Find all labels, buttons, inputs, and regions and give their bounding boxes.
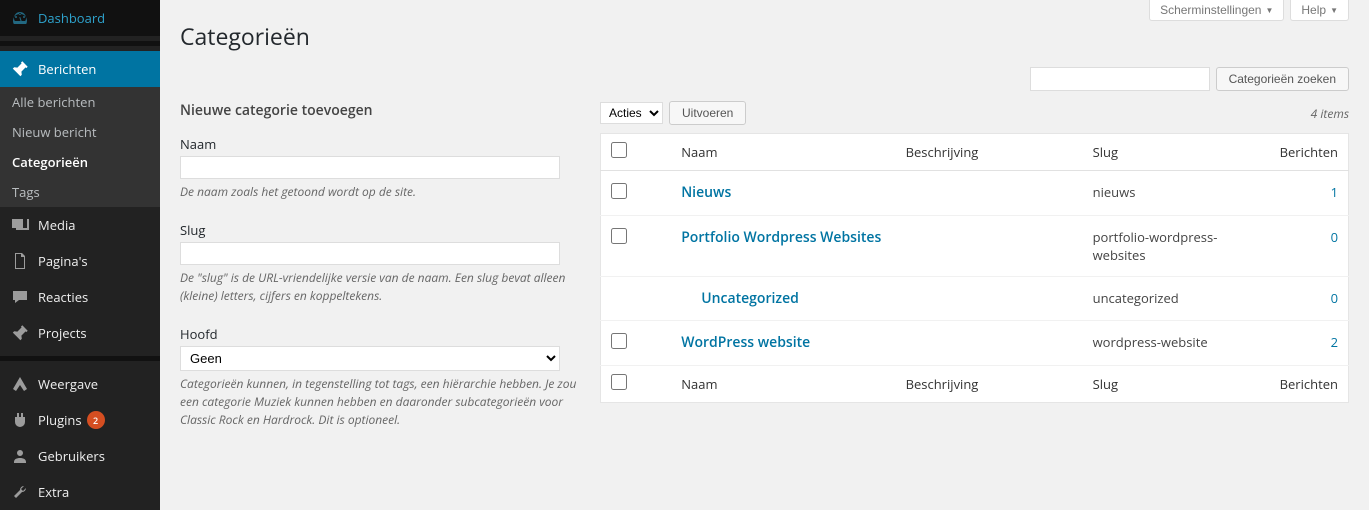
search-button[interactable]: Categorieën zoeken bbox=[1216, 67, 1349, 91]
name-label: Naam bbox=[180, 135, 580, 153]
col-footer-name[interactable]: Naam bbox=[671, 366, 895, 403]
categories-table: Naam Beschrijving Slug Berichten Nieuws n… bbox=[600, 133, 1349, 403]
category-name-link[interactable]: Portfolio Wordpress Websites bbox=[681, 228, 881, 247]
row-checkbox[interactable] bbox=[611, 183, 627, 199]
category-slug: uncategorized bbox=[1083, 277, 1270, 321]
category-name-link[interactable]: WordPress website bbox=[681, 333, 810, 352]
category-slug: portfolio-wordpress-websites bbox=[1083, 216, 1270, 277]
sidebar-item-paginas[interactable]: Pagina's bbox=[0, 243, 160, 279]
category-slug: nieuws bbox=[1083, 171, 1270, 216]
sidebar-label: Extra bbox=[38, 483, 69, 501]
sidebar-label: Media bbox=[38, 216, 75, 234]
sidebar-label: Dashboard bbox=[38, 9, 105, 27]
col-footer-slug[interactable]: Slug bbox=[1083, 366, 1270, 403]
help-button[interactable]: Help ▼ bbox=[1290, 0, 1349, 21]
category-posts-link[interactable]: 0 bbox=[1331, 289, 1338, 307]
items-count: 4 items bbox=[1311, 105, 1349, 122]
bulk-actions-select[interactable]: Acties bbox=[600, 102, 663, 124]
slug-label: Slug bbox=[180, 221, 580, 239]
table-row: Nieuws nieuws 1 bbox=[601, 171, 1349, 216]
category-posts-link[interactable]: 2 bbox=[1331, 333, 1338, 351]
screen-options-button[interactable]: Scherminstellingen ▼ bbox=[1149, 0, 1284, 21]
sidebar-label: Weergave bbox=[38, 375, 98, 393]
appearance-icon bbox=[10, 374, 30, 394]
col-header-name[interactable]: Naam bbox=[671, 134, 895, 171]
slug-description: De "slug" is de URL-vriendelijke versie … bbox=[180, 269, 580, 305]
users-icon bbox=[10, 446, 30, 466]
sidebar-sub-tags[interactable]: Tags bbox=[0, 177, 160, 207]
sidebar-label: Berichten bbox=[38, 60, 96, 78]
sidebar-label: Reacties bbox=[38, 288, 88, 306]
parent-select[interactable]: Geen bbox=[180, 346, 560, 371]
sidebar-item-dashboard[interactable]: Dashboard bbox=[0, 0, 160, 36]
category-name-link[interactable]: Nieuws bbox=[681, 183, 731, 202]
category-slug: wordpress-website bbox=[1083, 321, 1270, 366]
sidebar-sub-categorieen[interactable]: Categorieën bbox=[0, 147, 160, 177]
select-all-checkbox-footer[interactable] bbox=[611, 374, 627, 390]
category-posts-link[interactable]: 0 bbox=[1331, 228, 1338, 246]
sidebar-item-gebruikers[interactable]: Gebruikers bbox=[0, 438, 160, 474]
sidebar-sub-alle-berichten[interactable]: Alle berichten bbox=[0, 87, 160, 117]
chevron-down-icon: ▼ bbox=[1265, 6, 1273, 15]
name-input[interactable] bbox=[180, 156, 560, 179]
sidebar-separator bbox=[0, 41, 160, 46]
search-row: Categorieën zoeken bbox=[180, 67, 1349, 91]
tablenav-top: Acties Uitvoeren 4 items bbox=[600, 101, 1349, 125]
sidebar-label: Gebruikers bbox=[38, 447, 105, 465]
col-header-slug[interactable]: Slug bbox=[1083, 134, 1270, 171]
sidebar-label: Plugins bbox=[38, 411, 82, 429]
bulk-apply-button[interactable]: Uitvoeren bbox=[669, 101, 746, 125]
sidebar-label: Pagina's bbox=[38, 252, 88, 270]
plugin-update-badge: 2 bbox=[87, 411, 105, 429]
pin-icon bbox=[10, 323, 30, 343]
category-description bbox=[896, 216, 1083, 277]
sidebar-submenu: Alle berichten Nieuw bericht Categorieën… bbox=[0, 87, 160, 207]
comment-icon bbox=[10, 287, 30, 307]
page-icon bbox=[10, 251, 30, 271]
sidebar-item-media[interactable]: Media bbox=[0, 207, 160, 243]
sidebar-item-weergave[interactable]: Weergave bbox=[0, 366, 160, 402]
add-category-form: Nieuwe categorie toevoegen Naam De naam … bbox=[180, 101, 580, 429]
table-row: Uncategorized uncategorized 0 bbox=[601, 277, 1349, 321]
sidebar-item-berichten[interactable]: Berichten bbox=[0, 51, 160, 87]
name-description: De naam zoals het getoond wordt op de si… bbox=[180, 183, 580, 201]
category-description bbox=[896, 277, 1083, 321]
category-posts-link[interactable]: 1 bbox=[1331, 183, 1338, 201]
table-row: WordPress website wordpress-website 2 bbox=[601, 321, 1349, 366]
parent-label: Hoofd bbox=[180, 325, 580, 343]
sidebar-item-extra[interactable]: Extra bbox=[0, 474, 160, 510]
col-footer-desc[interactable]: Beschrijving bbox=[896, 366, 1083, 403]
page-title: Categorieën bbox=[180, 20, 1349, 52]
sidebar-separator bbox=[0, 356, 160, 361]
sidebar-sub-nieuw-bericht[interactable]: Nieuw bericht bbox=[0, 117, 160, 147]
admin-sidebar: Dashboard Berichten Alle berichten Nieuw… bbox=[0, 0, 160, 510]
main-content: Scherminstellingen ▼ Help ▼ Categorieën … bbox=[160, 0, 1369, 510]
category-description bbox=[896, 321, 1083, 366]
chevron-down-icon: ▼ bbox=[1330, 6, 1338, 15]
sidebar-item-projects[interactable]: Projects bbox=[0, 315, 160, 351]
slug-input[interactable] bbox=[180, 242, 560, 265]
row-checkbox[interactable] bbox=[611, 333, 627, 349]
select-all-checkbox[interactable] bbox=[611, 142, 627, 158]
sidebar-label: Projects bbox=[38, 324, 87, 342]
col-header-desc[interactable]: Beschrijving bbox=[896, 134, 1083, 171]
form-heading: Nieuwe categorie toevoegen bbox=[180, 101, 580, 120]
category-name-link[interactable]: Uncategorized bbox=[701, 289, 799, 308]
row-checkbox[interactable] bbox=[611, 228, 627, 244]
plugin-icon bbox=[10, 410, 30, 430]
col-header-posts[interactable]: Berichten bbox=[1270, 134, 1349, 171]
pin-icon bbox=[10, 59, 30, 79]
screen-meta: Scherminstellingen ▼ Help ▼ bbox=[1149, 0, 1349, 21]
sidebar-item-reacties[interactable]: Reacties bbox=[0, 279, 160, 315]
dashboard-icon bbox=[10, 8, 30, 28]
table-row: Portfolio Wordpress Websites portfolio-wo… bbox=[601, 216, 1349, 277]
search-input[interactable] bbox=[1030, 67, 1210, 91]
col-footer-posts[interactable]: Berichten bbox=[1270, 366, 1349, 403]
parent-description: Categorieën kunnen, in tegenstelling tot… bbox=[180, 375, 580, 429]
media-icon bbox=[10, 215, 30, 235]
tools-icon bbox=[10, 482, 30, 502]
sidebar-item-plugins[interactable]: Plugins 2 bbox=[0, 402, 160, 438]
category-description bbox=[896, 171, 1083, 216]
